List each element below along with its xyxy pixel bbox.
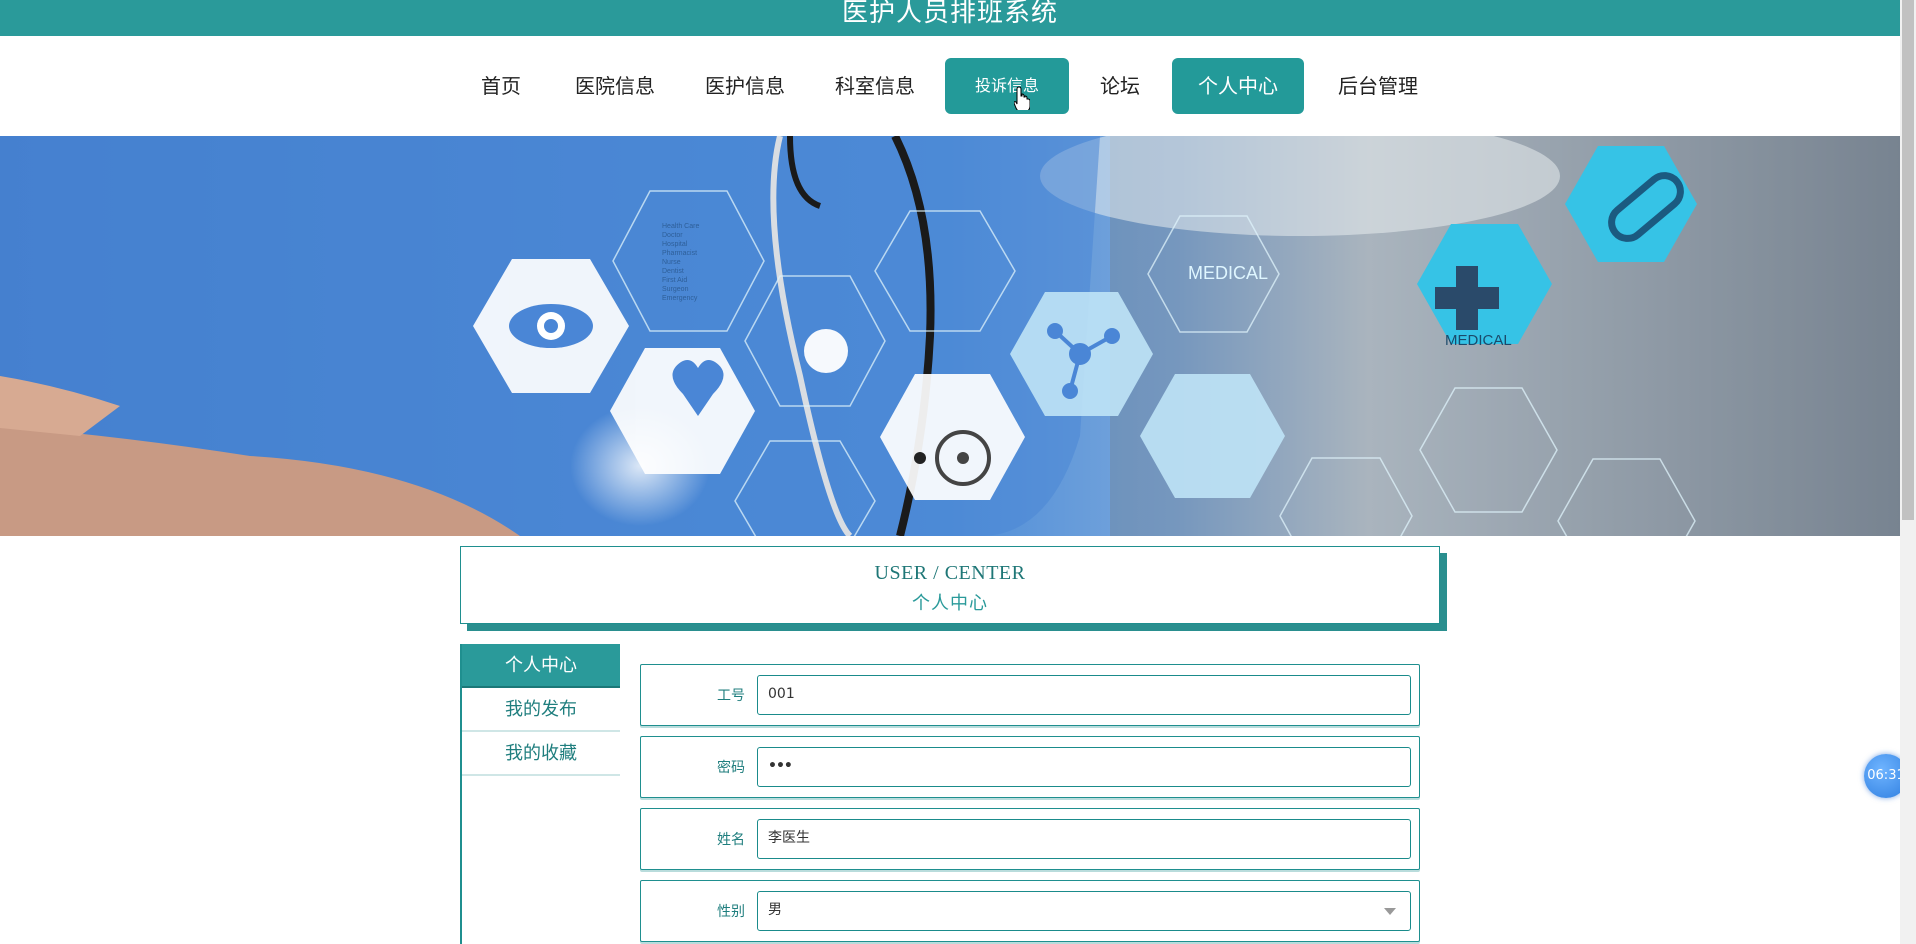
nav-medical-staff-info[interactable]: 医护信息 xyxy=(695,58,795,114)
banner-text-medical-1: MEDICAL xyxy=(1188,263,1268,283)
nav-department-info[interactable]: 科室信息 xyxy=(825,58,925,114)
section-title-cn: 个人中心 xyxy=(912,593,988,614)
banner-text-emergency: Emergency xyxy=(662,295,698,302)
chevron-down-icon xyxy=(1384,908,1396,915)
banner-text-first-aid: First Aid xyxy=(662,277,687,284)
scrollbar-thumb[interactable] xyxy=(1902,0,1914,520)
section-title-en: USER / CENTER xyxy=(874,562,1026,584)
hero-banner: Health Care Doctor Hospital Pharmacist N… xyxy=(0,136,1900,536)
nav-home[interactable]: 首页 xyxy=(466,58,536,114)
banner-text-hospital: Hospital xyxy=(662,241,688,248)
nav-user-center[interactable]: 个人中心 xyxy=(1172,58,1304,114)
label-job-number: 工号 xyxy=(717,688,745,704)
banner-text-pharmacist: Pharmacist xyxy=(662,250,697,257)
form-row-password: 密码 ••• xyxy=(640,736,1420,798)
label-password: 密码 xyxy=(717,760,745,776)
section-header: USER / CENTER 个人中心 xyxy=(460,546,1440,624)
banner-text-doctor: Doctor xyxy=(662,232,683,239)
form-row-name: 姓名 李医生 xyxy=(640,808,1420,870)
job-number-input[interactable]: 001 xyxy=(757,675,1411,715)
side-item-my-posts[interactable]: 我的发布 xyxy=(462,688,620,732)
side-item-user-center[interactable]: 个人中心 xyxy=(462,644,620,688)
form-row-gender: 性别 男 xyxy=(640,880,1420,942)
nav-hospital-info[interactable]: 医院信息 xyxy=(565,58,665,114)
banner-text-medical-2: MEDICAL xyxy=(1445,332,1512,349)
nav-complaint-info[interactable]: 投诉信息 xyxy=(945,58,1069,114)
banner-image: Health Care Doctor Hospital Pharmacist N… xyxy=(0,136,1900,536)
nav-forum[interactable]: 论坛 xyxy=(1090,58,1150,114)
profile-form: 工号 001 密码 ••• 姓名 李医生 性别 男 xyxy=(640,664,1420,944)
banner-text-surgeon: Surgeon xyxy=(662,286,689,293)
form-row-job-number: 工号 001 xyxy=(640,664,1420,726)
user-side-menu: 个人中心 我的发布 我的收藏 xyxy=(460,644,620,944)
app-title: 医护人员排班系统 xyxy=(841,0,1058,28)
page: 医护人员排班系统 首页 医院信息 医护信息 科室信息 投诉信息 论坛 个人中心 … xyxy=(0,0,1916,944)
main-nav: 首页 医院信息 医护信息 科室信息 投诉信息 论坛 个人中心 后台管理 xyxy=(0,58,1900,114)
banner-text-nurse: Nurse xyxy=(662,259,681,266)
gender-select[interactable]: 男 xyxy=(757,891,1411,931)
name-input[interactable]: 李医生 xyxy=(757,819,1411,859)
banner-text-health-care: Health Care xyxy=(662,223,699,230)
password-input[interactable]: ••• xyxy=(757,747,1411,787)
banner-text-dentist: Dentist xyxy=(662,268,684,275)
side-item-my-favorites[interactable]: 我的收藏 xyxy=(462,732,620,776)
nav-admin[interactable]: 后台管理 xyxy=(1328,58,1428,114)
label-gender: 性别 xyxy=(717,904,745,920)
app-title-bar: 医护人员排班系统 xyxy=(0,0,1900,36)
label-name: 姓名 xyxy=(717,832,745,848)
gender-select-value: 男 xyxy=(768,902,782,918)
